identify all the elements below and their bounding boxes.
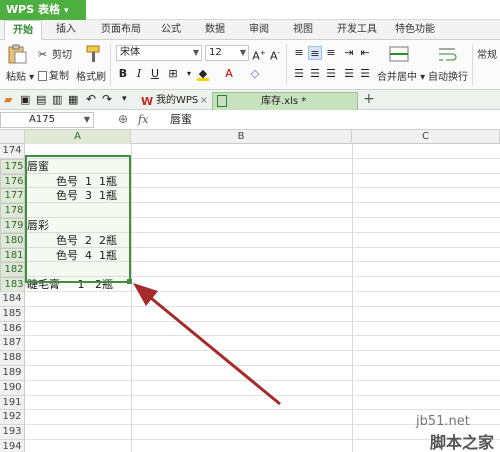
annotation-arrow [133, 283, 281, 406]
watermark-logo-text: 脚本之家 [430, 433, 495, 452]
spreadsheet-window: WPS 表格 ▾ 开始 插入 页面布局 公式 数据 审阅 视图 开发工具 特色功能… [0, 0, 500, 452]
watermark-url: jb51.net [416, 414, 470, 429]
